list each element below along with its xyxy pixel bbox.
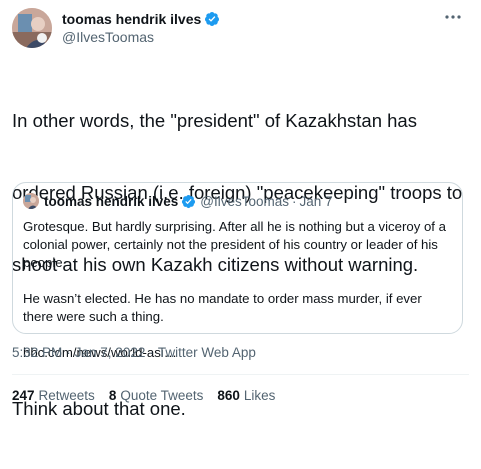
tweet-time[interactable]: 5:32 PM bbox=[12, 345, 62, 360]
verified-badge-icon bbox=[181, 194, 196, 209]
tweet-stats: 247 Retweets 8 Quote Tweets 860 Likes bbox=[12, 388, 289, 403]
separator-dot: · bbox=[149, 345, 154, 360]
tweet-text-line: In other words, the "president" of Kazak… bbox=[12, 110, 417, 131]
quoted-tweet-paragraph: Grotesque. But hardly surprising. After … bbox=[23, 219, 446, 270]
author-avatar[interactable] bbox=[12, 8, 52, 48]
quote-tweets-label: Quote Tweets bbox=[120, 388, 204, 403]
retweets-label: Retweets bbox=[38, 388, 95, 403]
likes-count: 860 bbox=[217, 388, 240, 403]
quote-tweets-stat[interactable]: 8 Quote Tweets bbox=[109, 388, 204, 403]
verified-badge-icon bbox=[204, 11, 220, 27]
retweets-count: 247 bbox=[12, 388, 35, 403]
divider bbox=[12, 374, 469, 375]
author-name-row: toomas hendrik ilves bbox=[62, 10, 220, 28]
quoted-tweet-paragraph: He wasn’t elected. He has no mandate to … bbox=[23, 291, 422, 324]
quoted-tweet-text: Grotesque. But hardly surprising. After … bbox=[23, 218, 455, 362]
quote-tweets-count: 8 bbox=[108, 388, 117, 403]
quoted-author-avatar bbox=[23, 193, 39, 209]
quoted-author-name: toomas hendrik ilves bbox=[44, 193, 179, 209]
author-handle[interactable]: @IlvesToomas bbox=[62, 29, 220, 47]
quoted-author-handle: @IlvesToomas bbox=[200, 193, 290, 209]
retweets-stat[interactable]: 247 Retweets bbox=[12, 388, 95, 403]
more-horizontal-icon[interactable] bbox=[443, 8, 463, 26]
tweet-metadata: 5:32 PM · Jan 7, 2022 · Twitter Web App bbox=[12, 345, 256, 360]
likes-stat[interactable]: 860 Likes bbox=[217, 388, 275, 403]
separator-dot: · bbox=[66, 345, 71, 360]
tweet: toomas hendrik ilves @IlvesToomas In oth… bbox=[0, 0, 481, 419]
separator-dot: · bbox=[292, 193, 297, 209]
tweet-source[interactable]: Twitter Web App bbox=[158, 345, 256, 360]
quoted-tweet-card[interactable]: toomas hendrik ilves @IlvesToomas · Jan … bbox=[12, 182, 463, 360]
quoted-tweet-header: toomas hendrik ilves @IlvesToomas · Jan … bbox=[23, 192, 333, 210]
author-info: toomas hendrik ilves @IlvesToomas bbox=[62, 10, 220, 47]
quoted-tweet-time[interactable]: Jan 7 bbox=[300, 194, 333, 209]
author-display-name[interactable]: toomas hendrik ilves bbox=[62, 11, 201, 27]
tweet-date[interactable]: Jan 7, 2022 bbox=[75, 345, 146, 360]
likes-label: Likes bbox=[243, 388, 276, 403]
